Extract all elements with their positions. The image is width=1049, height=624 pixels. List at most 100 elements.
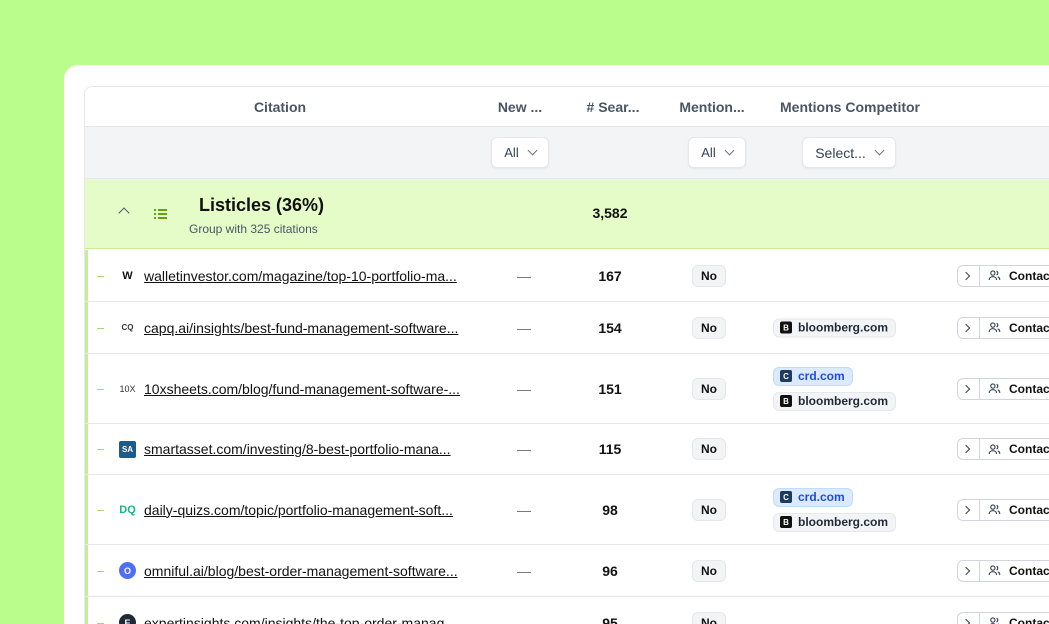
competitor-chip[interactable]: Bbloomberg.com — [773, 391, 897, 411]
competitor-list: Ccrd.com Bbloomberg.com — [773, 366, 897, 411]
citation-link[interactable]: omniful.ai/blog/best-order-management-so… — [144, 563, 474, 579]
bloomberg-logo-icon: B — [780, 395, 792, 407]
competitor-name: bloomberg.com — [798, 394, 889, 408]
table-row[interactable]: CQ capq.ai/insights/best-fund-management-… — [85, 302, 1049, 354]
search-count: 98 — [602, 501, 618, 518]
row-indent-marker — [97, 388, 104, 390]
button-divider — [979, 438, 980, 460]
header-mentions[interactable]: Mention... — [665, 87, 759, 126]
contact-button[interactable]: Contact — [957, 316, 1049, 339]
new-value: — — [517, 501, 531, 518]
users-icon — [988, 383, 1001, 394]
competitor-name: bloomberg.com — [798, 320, 889, 335]
table-row[interactable]: Wwalletinvestor.com/magazine/top-10-port… — [85, 250, 1049, 302]
header-searches[interactable]: # Sear... — [563, 87, 663, 126]
competitor-chip[interactable]: Ccrd.com — [773, 487, 853, 507]
favicon-icon: O — [119, 562, 136, 579]
group-row[interactable]: Listicles (36%) Group with 325 citations… — [85, 179, 1049, 249]
contact-label: Contact — [1009, 268, 1049, 283]
users-icon — [988, 443, 1001, 454]
bloomberg-logo-icon: B — [780, 516, 792, 528]
favicon-icon: DQ — [119, 503, 136, 516]
favicon-icon: E — [119, 614, 136, 624]
new-value: — — [517, 319, 531, 336]
chevron-down-icon — [874, 145, 885, 156]
new-filter-select[interactable]: All — [491, 137, 549, 168]
competitor-chip[interactable]: Ccrd.com — [773, 366, 853, 386]
mentions-badge: No — [692, 316, 726, 339]
chevron-right-icon[interactable] — [961, 566, 971, 575]
contact-button[interactable]: Contact — [957, 559, 1049, 582]
row-indent-marker — [97, 275, 104, 277]
competitor-list: Ccrd.com Bbloomberg.com — [773, 487, 897, 532]
row-indent-marker — [97, 570, 104, 572]
chevron-right-icon[interactable] — [961, 271, 971, 280]
group-count: 3,582 — [592, 205, 628, 221]
contact-label: Contact — [1009, 563, 1049, 578]
competitor-chip[interactable]: Bbloomberg.com — [773, 318, 897, 337]
contact-button[interactable]: Contact — [957, 611, 1049, 624]
table-row[interactable]: Oomniful.ai/blog/best-order-management-s… — [85, 545, 1049, 597]
header-citation[interactable]: Citation — [180, 87, 380, 126]
citation-link[interactable]: daily-quizs.com/topic/portfolio-manageme… — [144, 502, 474, 518]
competitor-filter-select[interactable]: Select... — [802, 137, 896, 168]
users-icon — [988, 565, 1001, 576]
new-filter-value: All — [504, 145, 519, 160]
contact-label: Contact — [1009, 615, 1049, 624]
button-divider — [979, 559, 980, 582]
favicon-icon: 10X — [119, 383, 136, 394]
chevron-right-icon[interactable] — [961, 618, 971, 624]
citation-link[interactable]: expertinsights.com/insights/the-top-orde… — [144, 615, 474, 624]
mentions-badge: No — [692, 264, 726, 287]
citation-link[interactable]: smartasset.com/investing/8-best-portfoli… — [144, 441, 474, 457]
table-row[interactable]: DQ daily-quizs.com/topic/portfolio-manage… — [85, 475, 1049, 545]
button-divider — [979, 611, 980, 624]
bloomberg-logo-icon: B — [780, 321, 792, 334]
contact-button[interactable]: Contact — [957, 498, 1049, 521]
competitor-list: Bbloomberg.com — [773, 318, 897, 337]
filter-row: All All Select... — [85, 127, 1049, 179]
button-divider — [979, 316, 980, 339]
row-indent-marker — [97, 622, 104, 624]
table-row[interactable]: 10X 10xsheets.com/blog/fund-management-so… — [85, 354, 1049, 424]
mentions-filter-select[interactable]: All — [688, 137, 746, 168]
new-value: — — [517, 562, 531, 579]
table-header: Citation New ... # Sear... Mention... Me… — [85, 87, 1049, 127]
contact-button[interactable]: Contact — [957, 264, 1049, 287]
competitor-filter-value: Select... — [815, 144, 866, 161]
contact-button[interactable]: Contact — [957, 438, 1049, 460]
contact-label: Contact — [1009, 502, 1049, 517]
favicon-icon: CQ — [121, 323, 134, 332]
users-icon — [988, 270, 1001, 281]
citation-link[interactable]: 10xsheets.com/blog/fund-management-softw… — [144, 381, 474, 397]
chevron-right-icon[interactable] — [961, 384, 971, 393]
contact-label: Contact — [1009, 320, 1049, 335]
chevron-up-icon[interactable] — [118, 207, 130, 219]
competitor-name: bloomberg.com — [798, 515, 889, 529]
chevron-right-icon[interactable] — [961, 444, 971, 454]
mentions-filter-value: All — [701, 145, 716, 160]
mentions-badge: No — [692, 498, 726, 521]
table-row[interactable]: SA smartasset.com/investing/8-best-portfo… — [85, 424, 1049, 475]
header-mentions-competitor[interactable]: Mentions Competitor — [765, 87, 935, 126]
users-icon — [988, 504, 1001, 515]
header-new[interactable]: New ... — [485, 87, 555, 126]
competitor-chip[interactable]: Bbloomberg.com — [773, 512, 897, 532]
competitor-name: crd.com — [798, 490, 845, 504]
table-row[interactable]: Eexpertinsights.com/insights/the-top-ord… — [85, 597, 1049, 624]
contact-button[interactable]: Contact — [957, 377, 1049, 400]
crd-logo-icon: C — [780, 370, 792, 382]
users-icon — [990, 617, 1000, 624]
citation-link[interactable]: walletinvestor.com/magazine/top-10-portf… — [144, 268, 474, 284]
chevron-right-icon[interactable] — [961, 505, 971, 514]
chevron-right-icon[interactable] — [961, 323, 971, 332]
content-card: Citation New ... # Sear... Mention... Me… — [64, 65, 1049, 624]
new-value: — — [517, 380, 531, 397]
row-indent-marker — [97, 449, 104, 450]
group-title: Listicles (36%) — [199, 195, 325, 215]
search-count: 115 — [598, 441, 622, 457]
group-subtitle: Group with 325 citations — [189, 222, 318, 236]
contact-label: Contact — [1009, 381, 1049, 396]
citation-link[interactable]: capq.ai/insights/best-fund-management-so… — [144, 320, 474, 336]
mentions-badge: No — [692, 611, 726, 624]
